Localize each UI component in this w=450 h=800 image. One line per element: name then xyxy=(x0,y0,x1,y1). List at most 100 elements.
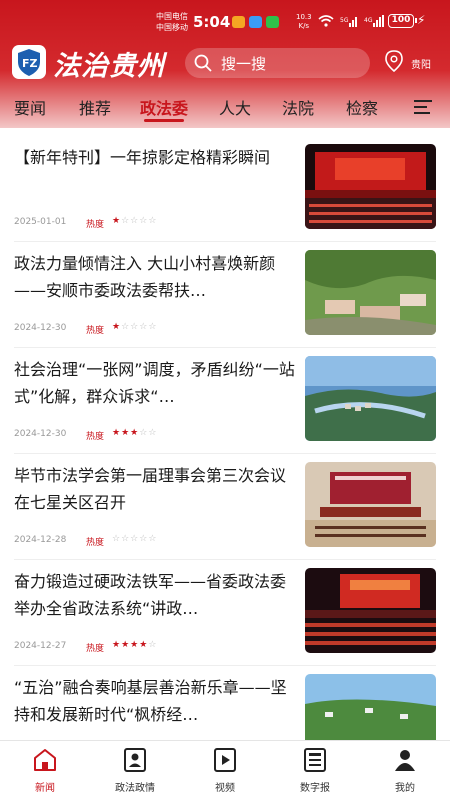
wifi-icon xyxy=(318,15,334,27)
news-title: 政法力量倾情注入 大山小村喜焕新颜 ——安顺市委政法委帮扶… xyxy=(14,254,276,300)
news-item[interactable]: 【新年特刊】一年掠影定格精彩瞬间 2025-01-01 热度 ★☆☆☆☆ xyxy=(0,136,450,242)
news-thumbnail-conference-image xyxy=(305,568,436,653)
nav-label: 政法政情 xyxy=(115,783,155,794)
news-title: “五治”融合奏响基层善治新乐章——坚持和发展新时代“枫桥经… xyxy=(14,678,287,724)
tab-jiancha[interactable]: 检察 xyxy=(346,95,378,119)
star-empty-icon: ☆ xyxy=(148,534,158,544)
wechat-notification-icon xyxy=(266,16,279,28)
star-filled-icon: ★ xyxy=(112,216,122,226)
app-brand-title: 法治贵州 xyxy=(53,51,165,82)
star-empty-icon: ☆ xyxy=(148,216,158,226)
signal-4g-icon: 4G xyxy=(364,15,384,27)
star-empty-icon: ☆ xyxy=(130,534,140,544)
star-filled-icon: ★ xyxy=(112,322,122,332)
contact-card-icon xyxy=(124,748,146,772)
star-filled-icon: ★ xyxy=(112,428,122,438)
logo-shield-icon: FZ xyxy=(12,45,46,79)
star-empty-icon: ☆ xyxy=(148,640,158,650)
star-empty-icon: ☆ xyxy=(139,216,149,226)
star-empty-icon: ☆ xyxy=(139,534,149,544)
battery-level: 100 xyxy=(388,14,417,28)
news-date: 2024-12-30 xyxy=(14,323,67,333)
nav-item-news[interactable]: 新闻 xyxy=(0,741,90,800)
nav-item-politics[interactable]: 政法政情 xyxy=(90,741,180,800)
app-notification-icon xyxy=(232,16,245,28)
news-date: 2024-12-28 xyxy=(14,535,67,545)
star-filled-icon: ★ xyxy=(121,428,131,438)
status-time: 5:04 xyxy=(193,13,231,31)
app-screen: 中国电信 中国移动 5:04 10.3 K/s 5G 4G 100 ⚡ FZ 法… xyxy=(0,0,450,800)
news-thumbnail-village-image xyxy=(305,250,436,335)
tab-yaowen[interactable]: 要闻 xyxy=(14,95,46,119)
heat-rating: ☆☆☆☆☆ xyxy=(112,534,157,544)
nav-item-video[interactable]: 视频 xyxy=(180,741,270,800)
svg-text:5G: 5G xyxy=(340,17,349,24)
star-empty-icon: ☆ xyxy=(121,216,131,226)
news-thumbnail-stage-image xyxy=(305,144,436,229)
star-filled-icon: ★ xyxy=(130,428,140,438)
nav-label: 我的 xyxy=(395,783,415,794)
news-thumbnail-meeting-hall-image xyxy=(305,462,436,547)
heat-label: 热度 xyxy=(86,432,105,442)
heat-rating: ★★★☆☆ xyxy=(112,428,157,438)
nav-item-profile[interactable]: 我的 xyxy=(360,741,450,800)
news-title: 社会治理“一张网”调度，矛盾纠纷“一站式”化解，群众诉求“… xyxy=(14,360,295,406)
heat-rating: ★★★★☆ xyxy=(112,640,157,650)
heat-label: 热度 xyxy=(86,538,105,548)
more-tabs-menu-icon[interactable] xyxy=(414,100,432,118)
signal-5g-icon: 5G xyxy=(340,17,357,27)
category-tabs: 要闻 推荐 政法委 人大 法院 检察 xyxy=(0,92,450,122)
location-pin-icon[interactable] xyxy=(384,50,404,72)
status-bar: 中国电信 中国移动 5:04 10.3 K/s 5G 4G 100 ⚡ xyxy=(0,8,450,38)
carrier-2: 中国移动 xyxy=(156,23,188,32)
news-item[interactable]: 社会治理“一张网”调度，矛盾纠纷“一站式”化解，群众诉求“… 2024-12-3… xyxy=(0,348,450,454)
header: 中国电信 中国移动 5:04 10.3 K/s 5G 4G 100 ⚡ FZ 法… xyxy=(0,0,450,128)
bottom-navigation: 新闻 政法政情 视频 数字报 我的 xyxy=(0,740,450,800)
network-speed-value: 10.3 xyxy=(296,13,312,21)
search-icon xyxy=(194,54,212,72)
star-filled-icon: ★ xyxy=(112,640,122,650)
news-item[interactable]: 毕节市法学会第一届理事会第三次会议在七星关区召开 2024-12-28 热度 ☆… xyxy=(0,454,450,560)
nav-label: 新闻 xyxy=(35,783,55,794)
tab-zhengfawei[interactable]: 政法委 xyxy=(140,95,188,119)
tab-renda[interactable]: 人大 xyxy=(219,95,251,119)
newspaper-icon xyxy=(304,748,326,772)
nav-label: 数字报 xyxy=(300,783,330,794)
search-bar[interactable]: 搜一搜 xyxy=(185,48,370,78)
star-empty-icon: ☆ xyxy=(148,428,158,438)
charging-icon: ⚡ xyxy=(417,13,426,27)
news-item[interactable]: 奋力锻造过硬政法铁军——省委政法委举办全省政法系统“讲政… 2024-12-27… xyxy=(0,560,450,666)
news-thumbnail-aerial-city-image xyxy=(305,356,436,441)
heat-label: 热度 xyxy=(86,644,105,654)
news-item[interactable]: 政法力量倾情注入 大山小村喜焕新颜 ——安顺市委政法委帮扶… 2024-12-3… xyxy=(0,242,450,348)
heat-rating: ★☆☆☆☆ xyxy=(112,322,157,332)
news-title: 奋力锻造过硬政法铁军——省委政法委举办全省政法系统“讲政… xyxy=(14,572,287,618)
svg-text:FZ: FZ xyxy=(22,57,38,70)
location-label[interactable]: 贵阳 xyxy=(411,56,431,71)
carrier-1: 中国电信 xyxy=(156,12,188,21)
tab-fayuan[interactable]: 法院 xyxy=(282,95,314,119)
search-placeholder: 搜一搜 xyxy=(221,55,267,73)
nav-item-digital-paper[interactable]: 数字报 xyxy=(270,741,360,800)
star-empty-icon: ☆ xyxy=(130,322,140,332)
star-empty-icon: ☆ xyxy=(148,322,158,332)
heat-rating: ★☆☆☆☆ xyxy=(112,216,157,226)
active-tab-indicator xyxy=(144,119,184,122)
video-play-icon xyxy=(214,748,236,772)
heat-label: 热度 xyxy=(86,326,105,336)
star-empty-icon: ☆ xyxy=(112,534,122,544)
carrier-info: 中国电信 中国移动 xyxy=(156,11,188,33)
news-date: 2025-01-01 xyxy=(14,217,67,227)
news-title: 毕节市法学会第一届理事会第三次会议在七星关区召开 xyxy=(14,466,287,512)
network-speed-unit: K/s xyxy=(298,22,310,30)
tab-tuijian[interactable]: 推荐 xyxy=(79,95,111,119)
star-empty-icon: ☆ xyxy=(121,534,131,544)
star-filled-icon: ★ xyxy=(130,640,140,650)
heat-label: 热度 xyxy=(86,220,105,230)
news-title: 【新年特刊】一年掠影定格精彩瞬间 xyxy=(14,148,271,167)
message-notification-icon xyxy=(249,16,262,28)
home-icon xyxy=(34,749,56,771)
news-date: 2024-12-27 xyxy=(14,641,67,651)
svg-text:4G: 4G xyxy=(364,17,373,24)
news-date: 2024-12-30 xyxy=(14,429,67,439)
